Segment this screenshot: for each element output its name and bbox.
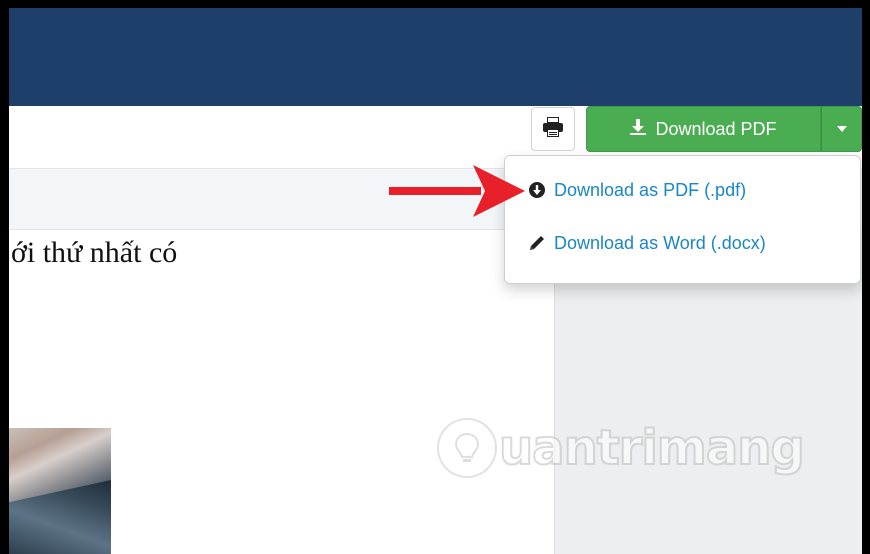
print-icon — [541, 115, 565, 144]
browser-frame: Download PDF ới thứ nhất có uantrimang D… — [9, 8, 862, 554]
document-text: ới thứ nhất có — [11, 236, 178, 269]
watermark-logo: uantrimang — [439, 419, 806, 477]
download-pdf-label: Download PDF — [655, 118, 777, 139]
menu-item-label: Download as PDF (.pdf) — [554, 179, 747, 200]
pencil-icon — [528, 234, 546, 252]
download-button-group: Download PDF — [586, 106, 862, 152]
menu-item-download-word[interactable]: Download as Word (.docx) — [505, 223, 860, 263]
caret-down-icon — [836, 126, 847, 132]
download-dropdown-menu: Download as PDF (.pdf) Download as Word … — [504, 155, 861, 284]
download-icon — [630, 118, 647, 140]
watermark-text: uantrimang — [498, 419, 806, 477]
menu-item-label: Download as Word (.docx) — [554, 232, 766, 253]
download-dropdown-toggle[interactable] — [821, 106, 862, 152]
annotation-arrow — [389, 165, 525, 217]
print-button[interactable] — [531, 107, 575, 151]
circle-arrow-down-icon — [528, 181, 546, 199]
lightbulb-icon — [439, 420, 495, 476]
download-pdf-button[interactable]: Download PDF — [586, 106, 821, 152]
menu-item-download-pdf[interactable]: Download as PDF (.pdf) — [505, 170, 860, 210]
top-navbar — [9, 8, 862, 106]
document-content: ới thứ nhất có — [9, 230, 555, 554]
